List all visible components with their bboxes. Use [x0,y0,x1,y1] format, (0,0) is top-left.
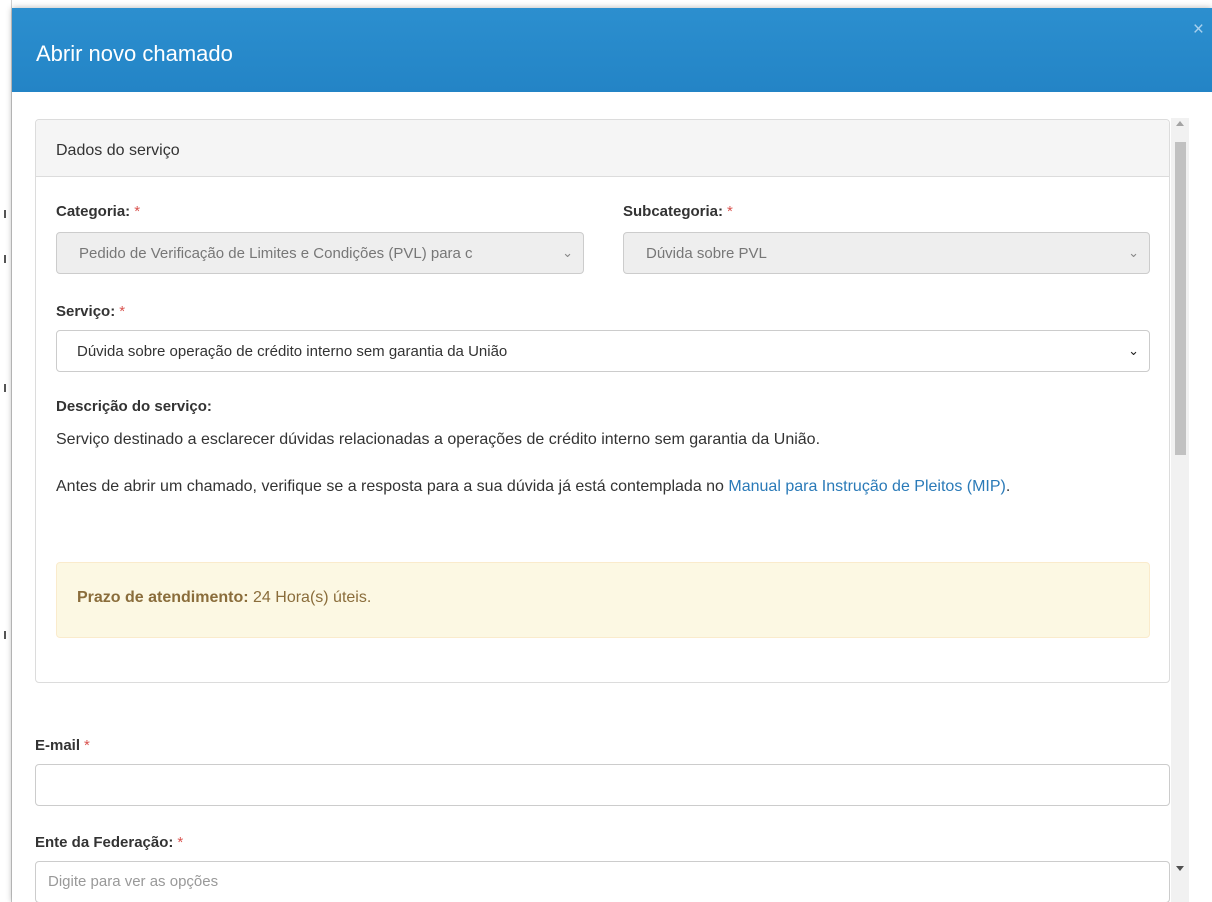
background-mark [4,631,6,639]
chevron-down-icon: ⌄ [1128,343,1139,358]
categoria-label-text: Categoria: [56,203,131,220]
subcategoria-label: Subcategoria: * [623,203,733,220]
modal-body: Dados do serviço Categoria: * Pedido de V… [12,92,1212,902]
manual-mip-link[interactable]: Manual para Instrução de Pleitos (MIP) [728,478,1005,495]
categoria-select[interactable]: Pedido de Verificação de Limites e Condi… [56,232,584,274]
servico-select[interactable]: Dúvida sobre operação de crédito interno… [56,330,1150,372]
service-data-panel: Dados do serviço Categoria: * Pedido de V… [35,119,1170,683]
manual-note-text: Antes de abrir um chamado, verifique se … [56,478,729,495]
background-mark [4,384,6,392]
servico-label: Serviço: * [56,303,125,320]
ente-label: Ente da Federação: * [35,834,183,851]
chevron-down-icon: ⌄ [1128,245,1139,260]
required-asterisk: * [134,203,141,220]
subcategoria-label-text: Subcategoria: [623,203,724,220]
required-asterisk: * [119,303,126,320]
modal-title: Abrir novo chamado [36,41,233,66]
panel-heading: Dados do serviço [36,120,1169,177]
required-asterisk: * [84,737,90,754]
descricao-text: Serviço destinado a esclarecer dúvidas r… [56,431,821,448]
email-label: E-mail * [35,737,90,754]
categoria-label: Categoria: * [56,203,140,220]
modal-scrollbar[interactable] [1171,118,1189,902]
modal-header: Abrir novo chamado × [12,8,1212,92]
manual-note: Antes de abrir um chamado, verifique se … [56,473,1146,501]
prazo-value: 24 Hora(s) úteis. [253,589,372,606]
subcategoria-select[interactable]: Dúvida sobre PVL ⌄ [623,232,1150,274]
email-field[interactable] [35,764,1170,806]
subcategoria-value: Dúvida sobre PVL [646,245,767,262]
prazo-label: Prazo de atendimento: [77,589,249,606]
background-mark [4,255,6,263]
ente-label-text: Ente da Federação: [35,834,174,851]
new-ticket-modal: Abrir novo chamado × Dados do serviço Ca… [12,8,1212,902]
scroll-down-arrow-icon[interactable] [1176,866,1184,871]
manual-note-end: . [1005,478,1011,495]
servico-label-text: Serviço: [56,303,116,320]
background-page-edge [0,0,12,902]
descricao-label: Descrição do serviço: [56,398,212,415]
background-mark [4,210,6,218]
scroll-up-arrow-icon[interactable] [1176,121,1184,126]
required-asterisk: * [177,834,184,851]
categoria-value: Pedido de Verificação de Limites e Condi… [79,245,473,262]
chevron-down-icon: ⌄ [562,245,573,260]
ente-federacao-input[interactable]: Digite para ver as opções [35,861,1170,902]
required-asterisk: * [727,203,733,220]
servico-value: Dúvida sobre operação de crédito interno… [77,343,508,360]
email-label-text: E-mail [35,737,81,754]
close-icon[interactable]: × [1193,20,1204,39]
prazo-alert: Prazo de atendimento: 24 Hora(s) úteis. [56,562,1150,638]
scrollbar-thumb[interactable] [1175,142,1186,455]
